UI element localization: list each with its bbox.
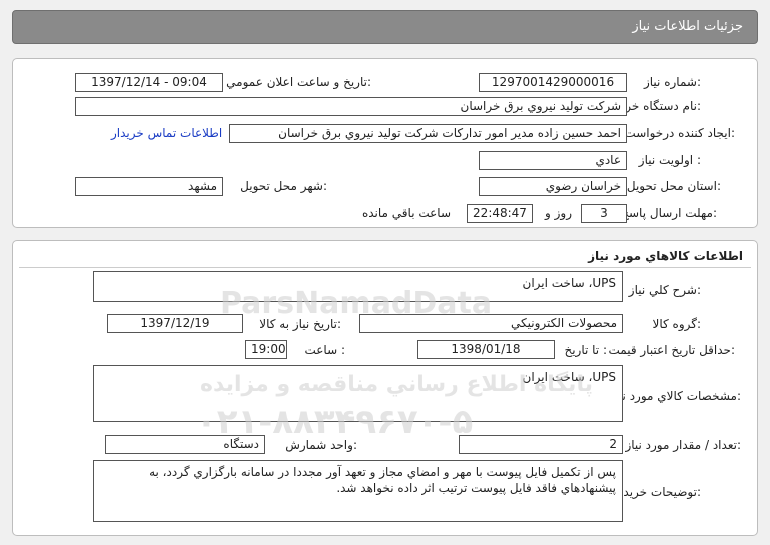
- announce-field[interactable]: 1397/12/14 - 09:04: [75, 73, 223, 92]
- days-word: روز و: [545, 206, 572, 220]
- remaining-word: ساعت باقي مانده: [361, 206, 451, 220]
- deadline-label: مهلت ارسال پاسخ:: [621, 206, 717, 220]
- deadline-days-field[interactable]: 3: [581, 204, 627, 223]
- notes-label: توضيحات خريدار:: [614, 485, 701, 499]
- spec-field[interactable]: UPS، ساخت ايران: [93, 365, 623, 422]
- qty-field[interactable]: 2: [459, 435, 623, 454]
- hour-label: ساعت :: [304, 343, 345, 357]
- need-number-label: شماره نياز:: [643, 75, 701, 89]
- summary-field[interactable]: UPS، ساخت ايران: [93, 271, 623, 302]
- qty-label: تعداد / مقدار مورد نياز:: [625, 438, 741, 452]
- announce-label: تاريخ و ساعت اعلان عمومي:: [226, 75, 371, 89]
- group-label: گروه كالا:: [652, 317, 702, 331]
- requester-label: ايجاد كننده درخواست:: [624, 126, 735, 140]
- group-field[interactable]: محصولات الكترونيكي: [359, 314, 623, 333]
- priority-label: اولويت نياز :: [638, 153, 701, 167]
- goods-panel: اطلاعات كالاهاي مورد نياز شرح كلي نياز: …: [12, 240, 758, 536]
- buyer-org-field[interactable]: شركت توليد نيروي برق خراسان: [75, 97, 627, 116]
- unit-label: واحد شمارش:: [285, 438, 357, 452]
- requester-field[interactable]: احمد حسين زاده مدير امور تداركات شركت تو…: [229, 124, 627, 143]
- until-date-label: تا تاريخ :: [564, 343, 607, 357]
- need-info-panel: شماره نياز: 1297001429000016 تاريخ و ساع…: [12, 58, 758, 228]
- validity-label: حداقل تاريخ اعتبار قيمت:: [608, 343, 735, 357]
- spec-label: مشخصات كالاي مورد نياز:: [609, 389, 741, 403]
- summary-label: شرح كلي نياز:: [628, 283, 701, 297]
- hour-field[interactable]: 19:00: [245, 340, 287, 359]
- goods-section-title: اطلاعات كالاهاي مورد نياز: [588, 249, 743, 263]
- unit-field[interactable]: دستگاه: [105, 435, 265, 454]
- priority-field[interactable]: عادي: [479, 151, 627, 170]
- page-header: جزئيات اطلاعات نياز: [12, 10, 758, 44]
- city-label: شهر محل تحويل:: [240, 179, 327, 193]
- need-date-field[interactable]: 1397/12/19: [107, 314, 243, 333]
- section-divider: [19, 267, 751, 268]
- contact-buyer-link[interactable]: اطلاعات تماس خريدار: [111, 126, 222, 140]
- province-label: استان محل تحويل:: [626, 179, 721, 193]
- province-field[interactable]: خراسان رضوي: [479, 177, 627, 196]
- notes-field[interactable]: پس از تكميل فايل پيوست با مهر و امضاي مج…: [93, 460, 623, 522]
- until-date-field[interactable]: 1398/01/18: [417, 340, 555, 359]
- deadline-time-field[interactable]: 22:48:47: [467, 204, 533, 223]
- need-date-label: تاريخ نياز به كالا:: [259, 317, 341, 331]
- need-number-field[interactable]: 1297001429000016: [479, 73, 627, 92]
- city-field[interactable]: مشهد: [75, 177, 223, 196]
- page-title: جزئيات اطلاعات نياز: [632, 19, 743, 34]
